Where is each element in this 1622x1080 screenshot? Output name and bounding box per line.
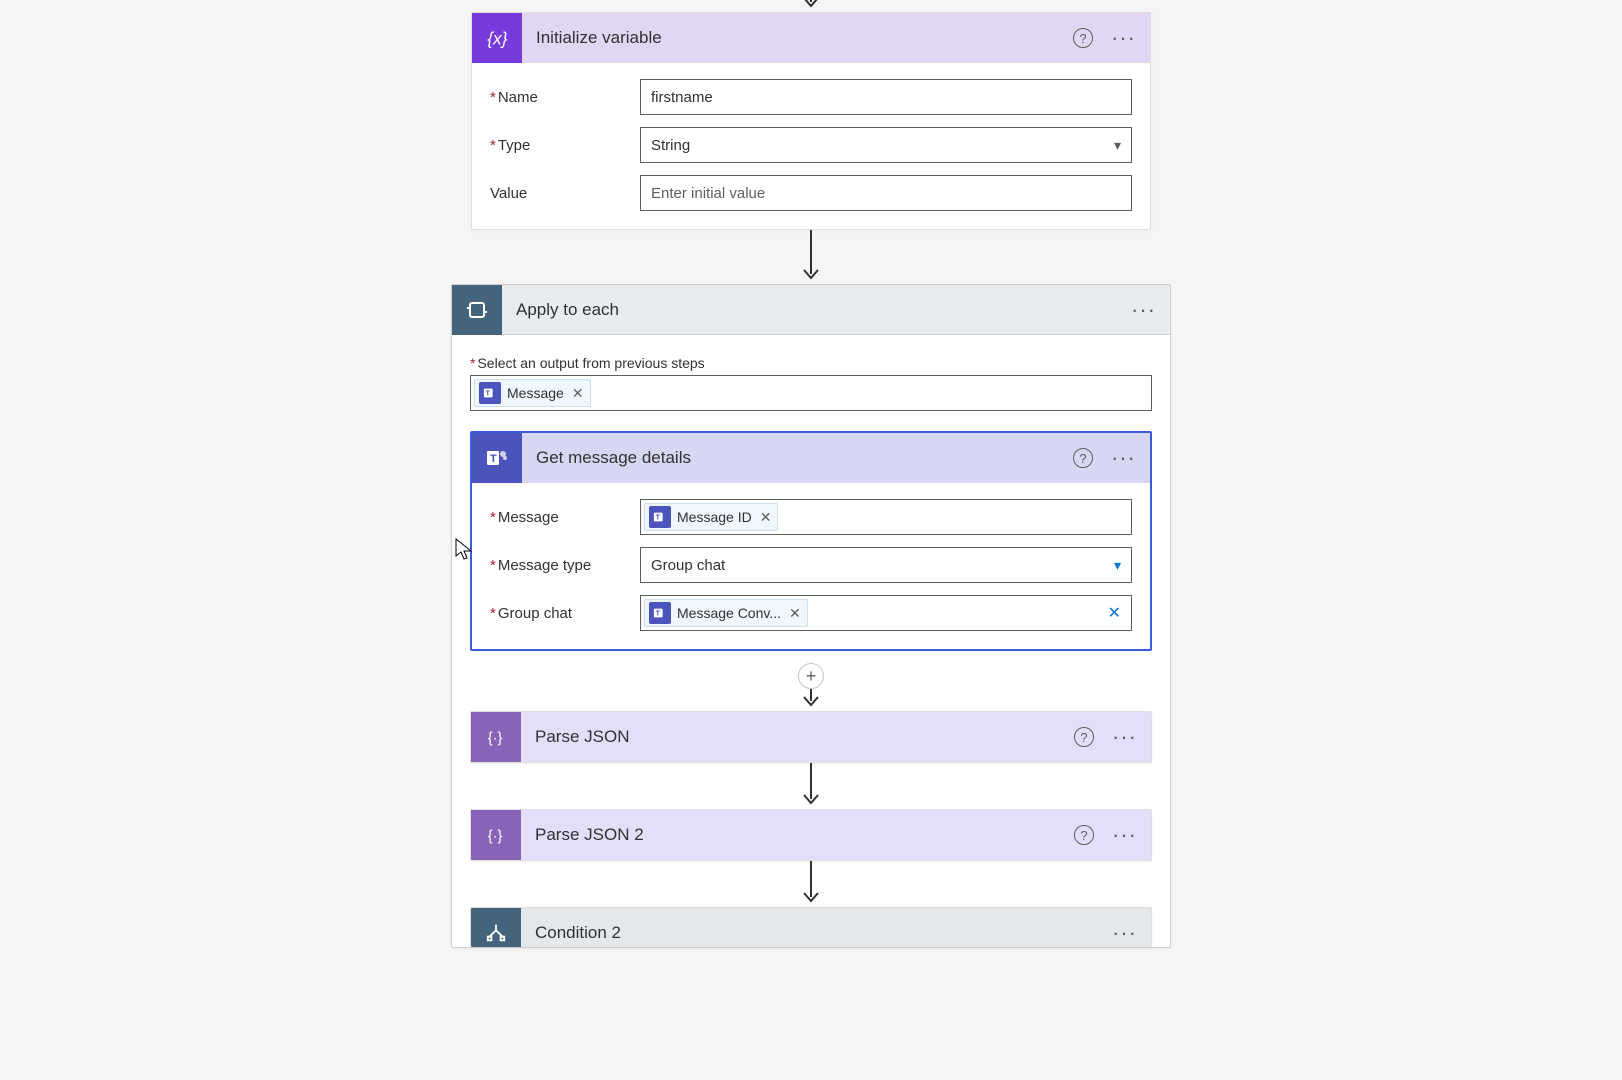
more-menu-icon[interactable]: ··· — [1112, 726, 1137, 748]
condition-2-card: Condition 2 ··· — [470, 907, 1152, 947]
help-icon[interactable]: ? — [1073, 448, 1093, 468]
parse-json-card: {·} Parse JSON ? ··· — [470, 711, 1152, 763]
card-header[interactable]: Apply to each ··· — [452, 285, 1170, 335]
select-output-label: *Select an output from previous steps — [470, 355, 1152, 371]
svg-text:T: T — [656, 515, 661, 522]
help-icon[interactable]: ? — [1073, 28, 1093, 48]
svg-text:T: T — [486, 391, 491, 398]
card-header[interactable]: {x} Initialize variable ? ··· — [472, 13, 1150, 63]
remove-token-icon[interactable]: ✕ — [789, 605, 801, 622]
value-label: Value — [490, 185, 640, 202]
more-menu-icon[interactable]: ··· — [1111, 447, 1136, 469]
card-header[interactable]: T Get message details ? ··· — [472, 433, 1150, 483]
svg-text:T: T — [656, 611, 661, 618]
message-token[interactable]: T Message ✕ — [474, 379, 591, 407]
flow-arrow — [801, 230, 821, 284]
card-header[interactable]: {·} Parse JSON 2 ? ··· — [471, 810, 1151, 860]
message-label: *Message — [490, 509, 640, 526]
svg-text:{·}: {·} — [488, 731, 503, 747]
group-chat-label: *Group chat — [490, 605, 640, 622]
message-type-value: Group chat — [651, 557, 725, 574]
message-id-token[interactable]: T Message ID ✕ — [644, 503, 778, 531]
card-title: Parse JSON 2 — [535, 825, 1074, 845]
apply-to-each-card: Apply to each ··· *Select an output from… — [451, 284, 1171, 948]
card-title: Get message details — [536, 448, 1073, 468]
initialize-variable-card: {x} Initialize variable ? ··· *Name *Typ… — [471, 12, 1151, 230]
remove-token-icon[interactable]: ✕ — [760, 509, 772, 526]
add-step-button[interactable]: + — [798, 663, 824, 689]
type-label: *Type — [490, 137, 640, 154]
help-icon[interactable]: ? — [1074, 825, 1094, 845]
parse-json-2-card: {·} Parse JSON 2 ? ··· — [470, 809, 1152, 861]
more-menu-icon[interactable]: ··· — [1111, 27, 1136, 49]
clear-icon[interactable]: ✕ — [1108, 603, 1121, 623]
variable-icon: {x} — [472, 13, 522, 63]
add-step-between: + — [452, 667, 1170, 711]
select-output-input[interactable]: T Message ✕ — [470, 375, 1152, 411]
card-header[interactable]: {·} Parse JSON ? ··· — [471, 712, 1151, 762]
card-title: Initialize variable — [536, 28, 1073, 48]
value-input[interactable] — [640, 175, 1132, 211]
flow-arrow — [452, 763, 1170, 809]
token-label: Message — [507, 385, 564, 401]
more-menu-icon[interactable]: ··· — [1131, 299, 1156, 321]
message-type-select[interactable]: Group chat ▾ — [640, 547, 1132, 583]
condition-icon — [471, 908, 521, 947]
message-conv-token[interactable]: T Message Conv... ✕ — [644, 599, 808, 627]
more-menu-icon[interactable]: ··· — [1112, 922, 1137, 944]
message-type-label: *Message type — [490, 557, 640, 574]
flow-arrow — [801, 0, 821, 12]
teams-mini-icon: T — [649, 506, 671, 528]
loop-icon — [452, 285, 502, 335]
token-label: Message ID — [677, 509, 752, 525]
teams-mini-icon: T — [479, 382, 501, 404]
card-header[interactable]: Condition 2 ··· — [471, 908, 1151, 947]
teams-mini-icon: T — [649, 602, 671, 624]
help-icon[interactable]: ? — [1074, 727, 1094, 747]
more-menu-icon[interactable]: ··· — [1112, 824, 1137, 846]
group-chat-input[interactable]: T Message Conv... ✕ ✕ — [640, 595, 1132, 631]
card-title: Parse JSON — [535, 727, 1074, 747]
svg-text:{x}: {x} — [487, 29, 507, 49]
get-message-details-card: T Get message details ? ··· *Message — [470, 431, 1152, 651]
name-input[interactable] — [640, 79, 1132, 115]
chevron-down-icon: ▾ — [1114, 137, 1121, 154]
card-title: Condition 2 — [535, 923, 1112, 943]
teams-icon: T — [472, 433, 522, 483]
type-select[interactable]: String ▾ — [640, 127, 1132, 163]
data-operation-icon: {·} — [471, 712, 521, 762]
message-input[interactable]: T Message ID ✕ — [640, 499, 1132, 535]
remove-token-icon[interactable]: ✕ — [572, 385, 584, 402]
type-value: String — [651, 137, 690, 154]
token-label: Message Conv... — [677, 605, 781, 621]
svg-text:T: T — [490, 453, 497, 465]
chevron-down-icon: ▾ — [1114, 557, 1121, 574]
card-title: Apply to each — [516, 300, 1131, 320]
name-label: *Name — [490, 89, 640, 106]
data-operation-icon: {·} — [471, 810, 521, 860]
svg-text:{·}: {·} — [488, 829, 503, 845]
flow-arrow — [452, 861, 1170, 907]
